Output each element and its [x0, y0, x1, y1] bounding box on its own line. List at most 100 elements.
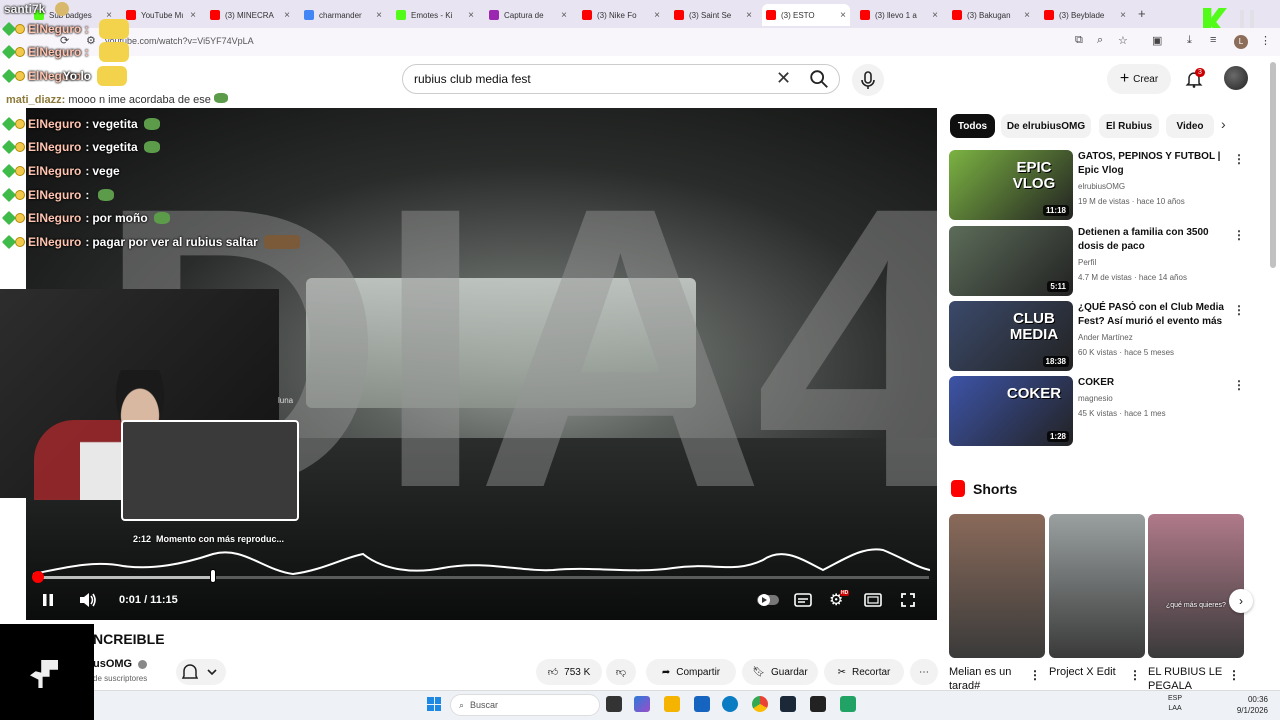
- close-tab-icon[interactable]: ×: [561, 10, 567, 21]
- kebab-menu-icon[interactable]: ⋮: [1228, 668, 1240, 682]
- progress-scrubber[interactable]: [32, 571, 44, 583]
- video-thumbnail[interactable]: EPIC VLOG 11:18: [949, 150, 1073, 220]
- video-thumbnail[interactable]: CLUB MEDIA 18:38: [949, 301, 1073, 371]
- close-tab-icon[interactable]: ×: [840, 10, 846, 21]
- kebab-menu-icon[interactable]: ⋮: [1233, 152, 1245, 166]
- menu-kebab-icon[interactable]: ⋮: [1260, 34, 1271, 47]
- channel-name[interactable]: usOMG: [93, 658, 148, 670]
- browser-tab[interactable]: (3) Beyblade ×: [1040, 4, 1130, 26]
- bookmark-star-icon[interactable]: ☆: [1118, 34, 1128, 47]
- pause-button[interactable]: [40, 590, 56, 610]
- short-thumbnail[interactable]: [1049, 514, 1145, 658]
- related-title[interactable]: Detienen a familia con 3500 dosis de pac…: [1078, 226, 1228, 254]
- like-button[interactable]: 👍︎ 753 K: [536, 659, 602, 685]
- install-icon[interactable]: ⧉: [1075, 34, 1083, 47]
- filter-chip[interactable]: De elrubiusOMG: [1001, 114, 1091, 138]
- close-tab-icon[interactable]: ×: [468, 10, 474, 21]
- account-avatar[interactable]: [1224, 66, 1248, 90]
- related-channel[interactable]: Perfil: [1078, 258, 1096, 267]
- kebab-menu-icon[interactable]: ⋮: [1129, 668, 1141, 682]
- browser-tab[interactable]: (3) Bakugan ×: [948, 4, 1034, 26]
- task-view-icon[interactable]: [606, 696, 622, 712]
- video-thumbnail[interactable]: COKER 1:28: [949, 376, 1073, 446]
- clip-button[interactable]: ✂ Recortar: [824, 659, 904, 685]
- fullscreen-button[interactable]: [900, 590, 916, 610]
- page-scrollbar[interactable]: [1270, 62, 1276, 268]
- volume-button[interactable]: [78, 590, 98, 610]
- related-title[interactable]: ¿QUÉ PASÓ con el Club Media Fest? Así mu…: [1078, 301, 1228, 331]
- store-icon[interactable]: [694, 696, 710, 712]
- edge-icon[interactable]: [722, 696, 738, 712]
- close-tab-icon[interactable]: ×: [284, 10, 290, 21]
- related-video[interactable]: EPIC VLOG 11:18 GATOS, PEPINOS Y FUTBOL | …: [949, 150, 1249, 220]
- filter-chip[interactable]: El Rubius: [1099, 114, 1159, 138]
- profile-avatar[interactable]: L: [1234, 35, 1248, 49]
- related-channel[interactable]: elrubiusOMG: [1078, 182, 1125, 191]
- voice-search-button[interactable]: [852, 64, 884, 96]
- file-explorer-icon[interactable]: [664, 696, 680, 712]
- new-tab-button[interactable]: +: [1138, 6, 1146, 21]
- autoplay-toggle[interactable]: [756, 590, 780, 610]
- shorts-next-button[interactable]: ›: [1229, 589, 1253, 613]
- kebab-menu-icon[interactable]: ⋮: [1233, 303, 1245, 317]
- chrome-icon[interactable]: [752, 696, 768, 712]
- short-title[interactable]: Project X Edit: [1049, 665, 1129, 691]
- close-tab-icon[interactable]: ×: [746, 10, 752, 21]
- close-tab-icon[interactable]: ×: [932, 10, 938, 21]
- short-title[interactable]: EL RUBIUS LE PEGALA: [1148, 665, 1228, 691]
- browser-tab[interactable]: Captura de ×: [485, 4, 571, 26]
- zoom-icon[interactable]: ⌕: [1097, 34, 1103, 47]
- download-icon[interactable]: ⤓: [1187, 34, 1192, 47]
- short-thumbnail[interactable]: [949, 514, 1045, 658]
- browser-tab[interactable]: (3) MINECRA ×: [206, 4, 294, 26]
- tab-search-icon[interactable]: ≡: [1210, 34, 1216, 46]
- language-indicator[interactable]: ESP LAA: [1168, 694, 1182, 714]
- close-tab-icon[interactable]: ×: [1120, 10, 1126, 21]
- browser-tab[interactable]: YouTube Mu ×: [122, 4, 200, 26]
- excel-icon[interactable]: [840, 696, 856, 712]
- video-thumbnail[interactable]: 5:11: [949, 226, 1073, 296]
- steam-icon[interactable]: [780, 696, 796, 712]
- kebab-menu-icon[interactable]: ⋮: [1029, 668, 1041, 682]
- taskbar-search[interactable]: ⌕ Buscar: [450, 694, 600, 716]
- related-video[interactable]: 5:11 Detienen a familia con 3500 dosis de…: [949, 226, 1249, 296]
- related-title[interactable]: COKER: [1078, 376, 1228, 390]
- close-tab-icon[interactable]: ×: [190, 10, 196, 21]
- close-tab-icon[interactable]: ×: [376, 10, 382, 21]
- system-clock[interactable]: 00:36 9/1/2026: [1228, 694, 1268, 716]
- related-channel[interactable]: magnesio: [1078, 394, 1113, 403]
- more-actions-button[interactable]: ⋯: [910, 659, 938, 685]
- copilot-icon[interactable]: [634, 696, 650, 712]
- search-icon[interactable]: [808, 68, 830, 90]
- related-channel[interactable]: Ander Martínez: [1078, 333, 1133, 342]
- app-icon[interactable]: [810, 696, 826, 712]
- close-tab-icon[interactable]: ×: [1024, 10, 1030, 21]
- browser-tab[interactable]: (3) Nike Fo ×: [578, 4, 664, 26]
- short-title[interactable]: Melian es un tarad#: [949, 665, 1029, 691]
- browser-tab[interactable]: (3) llevo 1 a ×: [856, 4, 942, 26]
- create-button[interactable]: + Crear: [1107, 64, 1171, 94]
- settings-button[interactable]: ⚙ HD: [829, 590, 850, 610]
- theater-mode-button[interactable]: [864, 590, 882, 610]
- subscription-bell-button[interactable]: [176, 659, 226, 685]
- related-video[interactable]: COKER 1:28 COKER magnesio 45 K vistas · hace…: [949, 376, 1249, 446]
- related-video[interactable]: CLUB MEDIA 18:38 ¿QUÉ PASÓ con el Club Med…: [949, 301, 1249, 371]
- browser-tab[interactable]: charmander ×: [300, 4, 386, 26]
- kebab-menu-icon[interactable]: ⋮: [1233, 378, 1245, 392]
- kebab-menu-icon[interactable]: ⋮: [1233, 228, 1245, 242]
- chips-next-icon[interactable]: ›: [1221, 116, 1226, 132]
- subtitles-button[interactable]: [794, 590, 812, 610]
- search-input[interactable]: rubius club media fest: [414, 72, 531, 86]
- share-button[interactable]: ➦ Compartir: [646, 659, 736, 685]
- browser-tab[interactable]: (3) ESTO ×: [762, 4, 850, 26]
- windows-start-icon[interactable]: [427, 697, 441, 711]
- close-tab-icon[interactable]: ×: [654, 10, 660, 21]
- progress-bar[interactable]: [37, 576, 929, 579]
- clear-search-icon[interactable]: ✕: [776, 68, 791, 89]
- dislike-button[interactable]: 👎︎: [606, 659, 636, 685]
- filter-chip[interactable]: Todos: [950, 114, 995, 138]
- related-title[interactable]: GATOS, PEPINOS Y FUTBOL | Epic Vlog: [1078, 150, 1228, 178]
- filter-chip[interactable]: Video: [1166, 114, 1214, 138]
- browser-tab[interactable]: Emotes - Ki ×: [392, 4, 478, 26]
- extensions-icon[interactable]: ▣: [1152, 34, 1162, 47]
